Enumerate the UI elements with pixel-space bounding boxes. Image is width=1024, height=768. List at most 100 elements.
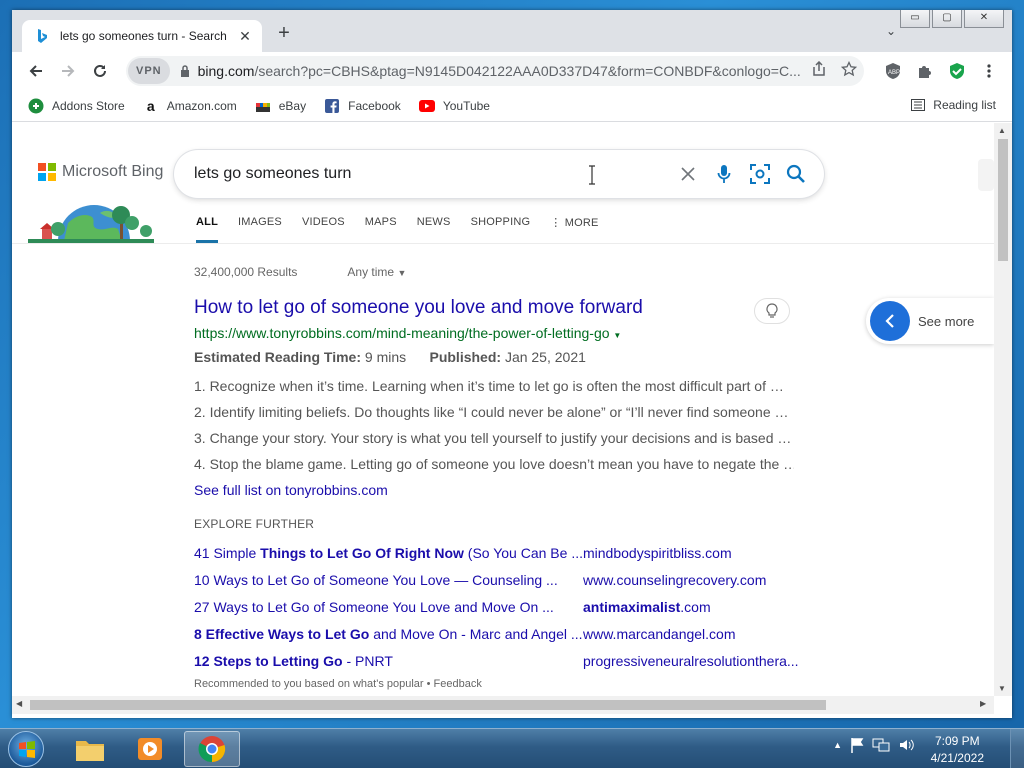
microphone-icon[interactable] [706,156,742,192]
table-row: 8 Effective Ways to Let Go and Move On -… [194,620,799,647]
clear-search-icon[interactable] [670,156,706,192]
explore-link[interactable]: 8 Effective Ways to Let Go and Move On -… [194,620,583,647]
reload-button[interactable] [84,55,116,87]
search-submit-icon[interactable] [778,156,814,192]
explore-site[interactable]: mindbodyspiritbliss.com [583,539,799,566]
close-window-button[interactable]: ✕ [964,10,1004,28]
scroll-down-icon[interactable]: ▼ [998,684,1006,693]
reading-list-icon [911,99,926,111]
header-divider [12,243,994,244]
see-full-list-link[interactable]: See full list on tonyrobbins.com [194,477,794,503]
result-title-link[interactable]: How to let go of someone you love and mo… [194,297,794,319]
vertical-scroll-thumb[interactable] [998,139,1008,261]
network-icon[interactable] [872,737,890,753]
scope-more[interactable]: ⋮ MORE [550,211,598,243]
back-button[interactable] [20,55,52,87]
show-desktop-button[interactable] [1010,729,1024,768]
top-result: How to let go of someone you love and mo… [194,297,794,503]
explore-site[interactable]: www.counselingrecovery.com [583,566,799,593]
scope-images[interactable]: IMAGES [238,211,282,243]
url-dropdown-icon[interactable]: ▼ [613,331,621,340]
maximize-button[interactable]: ▢ [932,10,962,28]
new-tab-button[interactable]: + [274,23,294,44]
vertical-scrollbar[interactable]: ▲ ▼ [994,123,1012,696]
bookmark-amazon[interactable]: a Amazon.com [143,98,237,114]
tab-close-icon[interactable]: ✕ [236,28,254,45]
search-scopes: ALL IMAGES VIDEOS MAPS NEWS SHOPPING ⋮ M… [186,211,609,243]
youtube-icon [418,98,435,114]
scope-videos[interactable]: VIDEOS [302,211,345,243]
explore-link[interactable]: 41 Simple Things to Let Go Of Right Now … [194,539,583,566]
see-more-button[interactable]: See more [866,298,994,344]
explore-link[interactable]: 10 Ways to Let Go of Someone You Love — … [194,566,583,593]
more-label: MORE [564,217,599,229]
volume-icon[interactable] [898,737,914,753]
taskbar-explorer[interactable] [62,731,118,767]
security-shield-icon[interactable] [946,60,968,82]
back-arrow-icon [29,65,42,77]
share-icon[interactable] [804,60,834,82]
windows-taskbar: ▲ 7:09 PM 4/21/2022 [0,728,1024,768]
bookmark-addons-store[interactable]: Addons Store [28,98,125,114]
bookmark-youtube[interactable]: YouTube [418,98,490,114]
bookmark-star-icon[interactable] [834,60,864,82]
scroll-left-icon[interactable]: ◀ [16,699,22,708]
lightbulb-icon[interactable] [754,298,790,324]
show-hidden-icons-icon[interactable]: ▲ [833,740,842,750]
address-bar[interactable]: VPN bing.com/search?pc=CBHS&ptag=N9145D0… [126,56,864,86]
forward-button[interactable] [52,55,84,87]
reload-icon [94,64,106,77]
published-value: Jan 25, 2021 [504,349,586,365]
clock-time: 7:09 PM [934,734,980,748]
explore-site[interactable]: antimaximalist.com [583,593,799,620]
horizontal-scroll-thumb[interactable] [30,700,826,710]
explore-link[interactable]: 27 Ways to Let Go of Someone You Love an… [194,593,583,620]
scope-all[interactable]: ALL [196,211,218,243]
tab-title: lets go someones turn - Search [60,29,227,43]
scope-maps[interactable]: MAPS [365,211,397,243]
any-time-filter[interactable]: Any time ▼ [347,265,406,279]
explore-link[interactable]: 12 Steps to Letting Go - PNRT [194,647,583,674]
bookmark-ebay[interactable]: eBay [255,98,306,114]
bookmark-facebook[interactable]: Facebook [324,98,401,114]
taskbar-media-player[interactable] [122,731,178,767]
adblock-extension-icon[interactable]: ABP [882,60,904,82]
explore-site[interactable]: progressiveneuralresolutionthera... [583,647,799,674]
url-text[interactable]: bing.com/search?pc=CBHS&ptag=N9145D04212… [198,63,804,79]
scroll-up-icon[interactable]: ▲ [998,126,1006,135]
visual-search-icon[interactable] [742,156,778,192]
extensions-puzzle-icon[interactable] [914,60,936,82]
browser-menu-icon[interactable] [978,60,1000,82]
action-center-flag-icon[interactable] [850,737,864,753]
ebay-icon [255,98,271,114]
minimize-button[interactable]: ▭ [900,10,930,28]
lock-icon[interactable] [180,65,190,77]
system-tray: ▲ [833,737,914,753]
facebook-icon [324,98,340,114]
scroll-right-icon[interactable]: ▶ [980,699,986,708]
microsoft-logo-icon [38,163,56,181]
svg-text:ABP: ABP [888,70,900,76]
explore-table: 41 Simple Things to Let Go Of Right Now … [194,539,799,674]
reading-list-button[interactable]: Reading list [911,98,996,112]
chevron-left-icon [870,301,910,341]
horizontal-scrollbar[interactable]: ◀ ▶ [12,696,994,714]
bing-logo[interactable]: Microsoft Bing [38,163,163,181]
search-input[interactable]: lets go someones turn [194,165,670,183]
vpn-badge[interactable]: VPN [128,58,170,84]
reading-list-label: Reading list [933,98,996,112]
scope-news[interactable]: NEWS [417,211,451,243]
list-item: 2. Identify limiting beliefs. Do thought… [194,404,789,420]
bookmark-label: eBay [278,98,307,113]
scope-shopping[interactable]: SHOPPING [471,211,531,243]
result-url[interactable]: https://www.tonyrobbins.com/mind-meaning… [194,325,794,341]
explore-heading: EXPLORE FURTHER [194,517,315,531]
explore-site[interactable]: www.marcandangel.com [583,620,799,647]
tab-search-icon[interactable]: ⌄ [886,24,896,38]
start-button[interactable] [8,731,44,767]
taskbar-chrome[interactable] [184,731,240,767]
profile-area[interactable] [978,159,994,191]
taskbar-clock[interactable]: 7:09 PM 4/21/2022 [931,733,984,767]
search-box[interactable]: lets go someones turn [174,150,824,198]
tab-bing-search[interactable]: lets go someones turn - Search ✕ [22,20,262,52]
